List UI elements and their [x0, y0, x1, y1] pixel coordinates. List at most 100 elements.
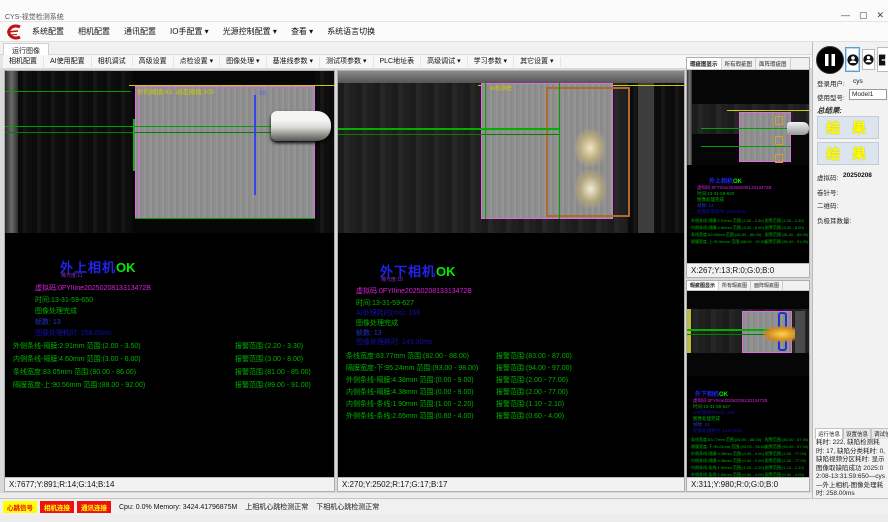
menu-system-config[interactable]: 系统配置 [25, 26, 71, 37]
left-meas-0-alarm: 报警范围:(2.20 - 3.30) [235, 341, 303, 351]
tool-other-settings[interactable]: 其它设置 ▾ [514, 57, 560, 67]
middle-camera-image[interactable]: AI检测框 [338, 71, 684, 233]
tab-part [271, 111, 331, 141]
right-bottom-image[interactable] [687, 291, 809, 376]
middle-meas-4-alarm: 报警范围:(1.10 - 2.10) [496, 399, 564, 409]
user-icon-2 [863, 53, 874, 66]
middle-meas-2: 外侧条线-隔膜:4.38mm 范围:(0.00 - 9.00) [346, 375, 474, 385]
tab-run-image[interactable]: 运行图像 [3, 43, 49, 55]
metal-highlight-2 [574, 169, 607, 209]
baseline-green-top [5, 91, 131, 92]
menu-camera-config[interactable]: 相机配置 [71, 26, 117, 37]
measure-line-2 [701, 146, 791, 147]
menu-bar: 系统配置 相机配置 通讯配置 IO手配置 ▾ 光源控制配置 ▾ 查看 ▾ 系统语… [0, 22, 888, 42]
tool-image-processing[interactable]: 图像处理 ▾ [220, 57, 266, 67]
pause-icon [817, 47, 843, 73]
lower-camera-heartbeat: 下相机心跳检测正常 [316, 502, 379, 512]
left-camera-result: OK [116, 260, 136, 275]
measure-line-1 [701, 128, 791, 129]
model-select[interactable]: Model1 [849, 89, 887, 100]
mini-bottom-meas-3: 内侧条线-隔膜:4.38mm 范围:(0.00 - 9.00) [691, 458, 764, 464]
menu-comm-config[interactable]: 通讯配置 [117, 26, 163, 37]
left-elapsed: 图像处理耗时: 258.00ms [35, 328, 112, 338]
result-box-upper: 结 果 [817, 116, 879, 139]
tool-advanced-debug[interactable]: 高级调试 ▾ [421, 57, 467, 67]
tool-baseline-params[interactable]: 基准线参数 ▾ [267, 57, 320, 67]
result-box-lower: 结 果 [817, 142, 879, 165]
tool-learning-params[interactable]: 学习参数 ▾ [468, 57, 514, 67]
defect-view-tabs-2: 瑕疵图显示 所有瑕疵图 面阵瑕疵图 [687, 281, 809, 291]
middle-time: 时间:13-31-59-627 [356, 298, 414, 308]
menu-view[interactable]: 查看 ▾ [284, 26, 320, 37]
mini-bottom-meas-0: 条线宽度:83.77mm 范围:(82.00 - 88.00) [691, 437, 761, 443]
dark-region-right [315, 71, 334, 233]
logout-button[interactable] [877, 47, 888, 72]
model-label: 使用型号: [817, 92, 845, 102]
qr-code-label: 二维码: [817, 200, 838, 210]
tool-camera-debug[interactable]: 相机调试 [92, 57, 133, 67]
tab-defect-display-2[interactable]: 瑕疵图显示 [687, 281, 719, 290]
info-tabs: 运行信息 设置信息 调试信息 [815, 428, 888, 439]
tab-settings-info[interactable]: 设置信息 [843, 428, 871, 439]
right-top-image[interactable] [687, 70, 809, 165]
tab-all-defects-2[interactable]: 所有瑕疵图 [719, 281, 751, 290]
measure-line-1 [5, 126, 315, 127]
threshold-overlay: 好的阈值:93, 动态阈值:100 [137, 86, 214, 96]
minimize-button[interactable]: — [841, 11, 850, 20]
maximize-button[interactable]: ▢ [859, 11, 868, 20]
middle-meas-3: 内侧条线-隔膜:4.38mm 范围:(0.00 - 9.00) [346, 387, 474, 397]
tool-camera-config[interactable]: 相机配置 [3, 57, 44, 67]
right-top-coord-strip: X:267;Y:13;R:0;G:0;B:0 [687, 263, 809, 277]
menu-language-switch[interactable]: 系统语言切换 [320, 26, 382, 37]
tab-debug-info[interactable]: 调试信息 [871, 428, 888, 439]
left-camera-image[interactable]: 88 好的阈值:93, 动态阈值:100 [5, 71, 334, 233]
tab-run-info[interactable]: 运行信息 [815, 428, 843, 439]
tool-advanced-settings[interactable]: 高级设置 [133, 57, 174, 67]
mini-bottom-meas-1-alarm: 报警范围:(94.00 - 97.00) [765, 444, 808, 450]
right-bottom-pane: 瑕疵图显示 所有瑕疵图 面阵瑕疵图 外下相机OK 虚拟码:0FYIIine202… [686, 280, 810, 492]
heartbeat-badge: 心跳信号 [3, 501, 37, 513]
camera-connect-badge: 相机连接 [40, 501, 74, 513]
middle-coord-strip: X:270;Y:2502;R:17;G:17;B:17 [338, 477, 684, 491]
user-button-active[interactable] [845, 47, 860, 72]
mini-bottom-elapsed: 图像处理耗时: 143.00ms [693, 428, 742, 434]
tab-defect-display[interactable]: 瑕疵图显示 [687, 58, 722, 69]
magenta-inner-line [139, 87, 140, 218]
middle-meas-1: 隔膜宽度-下:95.24mm 范围:(93.00 - 98.00) [346, 363, 478, 373]
pause-button[interactable] [816, 46, 844, 74]
tool-ai-config[interactable]: AI使用配置 [44, 57, 92, 67]
edge-band [687, 309, 691, 353]
middle-meas-5: 外侧条线-条线:2.65mm 范围:(0.60 - 4.00) [346, 411, 474, 421]
middle-meas-4: 内侧条线-条线:1.90mm 范围:(1.00 - 2.20) [346, 399, 474, 409]
left-frame: 帧数: 13 [35, 317, 61, 327]
mini-bottom-meas-4-alarm: 报警范围:(1.10 - 2.10) [765, 465, 804, 471]
middle-camera-pane: AI检测框 外下相机OK 曝光度:10 虚拟码:0FYIIine20250208… [337, 70, 685, 492]
tab-all-defects[interactable]: 所有瑕疵图 [722, 58, 757, 69]
tool-plc-address[interactable]: PLC地址表 [374, 57, 422, 67]
upper-camera-heartbeat: 上相机心跳检测正常 [245, 502, 308, 512]
user-button-2[interactable] [862, 49, 875, 70]
tab-area-defects[interactable]: 面阵瑕疵图 [756, 58, 791, 69]
separator-region [739, 112, 791, 162]
measure-line-2 [5, 132, 315, 133]
left-time: 时间:13-31-59-650 [35, 295, 93, 305]
close-button[interactable]: ✕ [876, 11, 884, 20]
tab-area-defects-2[interactable]: 面阵瑕疵图 [751, 281, 783, 290]
blue-marker-line [254, 95, 256, 195]
left-status: 图像处理完成 [35, 306, 77, 316]
right-top-pane: 瑕疵图显示 所有瑕疵图 面阵瑕疵图 外上相机OK 虚拟码:0FYIIine202… [686, 57, 810, 278]
mini-bottom-meas-0-alarm: 报警范围:(83.00 - 87.00) [765, 437, 808, 443]
middle-meas-1-alarm: 报警范围:(94.00 - 97.00) [496, 363, 572, 373]
left-exposure: 曝光度:11 [61, 272, 83, 279]
menu-io-config[interactable]: IO手配置 ▾ [163, 26, 216, 37]
measure-line-3 [135, 218, 315, 219]
menu-light-config[interactable]: 光源控制配置 ▾ [216, 26, 284, 37]
login-user-label: 登录用户: [817, 78, 845, 88]
total-result-label: 总结果: [817, 105, 842, 116]
blue-marker-label: 88 [259, 91, 266, 97]
tool-spot-check[interactable]: 点检设置 ▾ [174, 57, 220, 67]
window-controls: — ▢ ✕ [841, 11, 884, 20]
mini-top-meas-2: 条线宽度:83.05mm 范围:(80.00 - 86.00) [691, 232, 761, 238]
tool-test-params[interactable]: 测试项参数 ▾ [320, 57, 373, 67]
middle-meas-3-alarm: 报警范围:(2.00 - 77.00) [496, 387, 568, 397]
